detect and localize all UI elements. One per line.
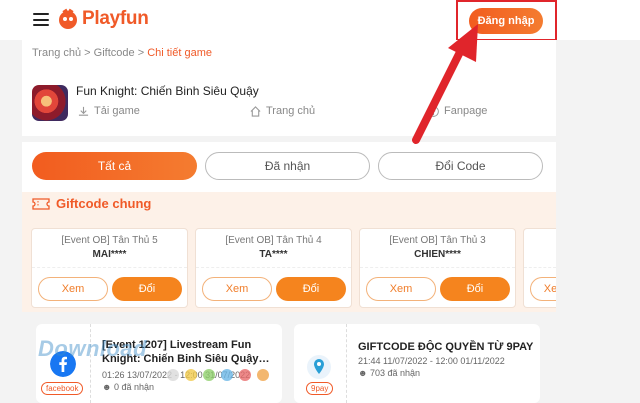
playfun-logo-icon: [59, 8, 77, 29]
card-code: MAI****: [92, 249, 127, 260]
tab-received[interactable]: Đã nhận: [205, 152, 370, 180]
card-event-name: [Event OB] Tân Thủ 3: [389, 235, 486, 246]
breadcrumb-current: Chi tiết game: [147, 47, 212, 59]
redeem-button[interactable]: Đổi: [276, 277, 346, 301]
download-game-link[interactable]: Tải game: [78, 105, 140, 117]
source-tag: facebook: [41, 382, 84, 395]
redeem-button[interactable]: Đổi: [112, 277, 182, 301]
download-game-label: Tải game: [94, 105, 140, 117]
breadcrumb-giftcode[interactable]: Giftcode: [94, 47, 135, 59]
game-icon: [32, 85, 68, 121]
homepage-label: Trang chủ: [266, 105, 316, 117]
red-pointer-arrow-icon: [412, 24, 478, 144]
breadcrumb-separator: >: [134, 47, 148, 59]
game-title: Fun Knight: Chiến Binh Siêu Quậy: [76, 84, 259, 98]
hamburger-menu-icon[interactable]: [33, 13, 49, 26]
event-received-count: ☻ 703 đã nhận: [358, 368, 420, 378]
redeem-button[interactable]: Đổi: [440, 277, 510, 301]
card-divider: [196, 267, 351, 268]
home-icon: [250, 105, 261, 117]
received-count-label: 703 đã nhận: [369, 368, 421, 378]
card-code: CHIEN****: [414, 249, 461, 260]
card-divider: [524, 267, 556, 268]
card-event-name: [Event OB] Tân Thủ 4: [225, 235, 322, 246]
top-header: Playfun Đăng nhập: [0, 0, 640, 41]
user-icon: ☻: [358, 368, 370, 378]
tab-all[interactable]: Tất cả: [32, 152, 197, 180]
card-divider: [360, 267, 515, 268]
giftcode-card: [Event OB] Tân Thủ 5 MAI**** Xem Đổi: [31, 228, 188, 308]
event-time: 21:44 11/07/2022 - 12:00 01/11/2022: [358, 356, 505, 366]
download-watermark: Download: [38, 336, 148, 361]
view-button[interactable]: Xem: [202, 277, 272, 301]
source-tag: 9pay: [306, 382, 334, 395]
user-icon: ☻: [102, 382, 114, 392]
brand-name: Playfun: [82, 8, 149, 29]
view-button[interactable]: Xem: [38, 277, 108, 301]
event-title: GIFTCODE ĐỘC QUYỀN TỪ 9PAY: [358, 341, 534, 353]
giftcode-card-partial: Xe: [523, 228, 556, 308]
card-code: TA****: [259, 249, 288, 260]
homepage-link[interactable]: Trang chủ: [250, 105, 315, 117]
card-divider: [32, 267, 187, 268]
9pay-logo-icon: [307, 355, 331, 379]
breadcrumb: Trang chủ > Giftcode > Chi tiết game: [32, 47, 212, 59]
view-button[interactable]: Xem: [366, 277, 436, 301]
received-count-label: 0 đã nhận: [113, 382, 155, 392]
breadcrumb-home[interactable]: Trang chủ: [32, 47, 81, 59]
giftcode-section-header: Giftcode chung: [32, 196, 151, 211]
download-icon: [78, 106, 89, 116]
giftcode-card: [Event OB] Tân Thủ 4 TA**** Xem Đổi: [195, 228, 352, 308]
view-button[interactable]: Xe: [530, 277, 556, 301]
giftcode-card: [Event OB] Tân Thủ 3 CHIEN**** Xem Đổi: [359, 228, 516, 308]
event-received-count: ☻ 0 đã nhận: [102, 382, 154, 392]
section-title: Giftcode chung: [56, 196, 152, 211]
tab-redeem-code[interactable]: Đổi Code: [378, 152, 543, 180]
card-divider: [346, 324, 347, 403]
playfun-logo[interactable]: Playfun: [57, 7, 149, 31]
event-card[interactable]: 9pay GIFTCODE ĐỘC QUYỀN TỪ 9PAY 21:44 11…: [294, 324, 540, 403]
breadcrumb-separator: >: [81, 47, 94, 59]
page-gutter: [556, 40, 640, 403]
watermark-dots: [167, 369, 269, 381]
ticket-icon: [32, 197, 50, 210]
card-event-name: [Event OB] Tân Thủ 5: [61, 235, 158, 246]
